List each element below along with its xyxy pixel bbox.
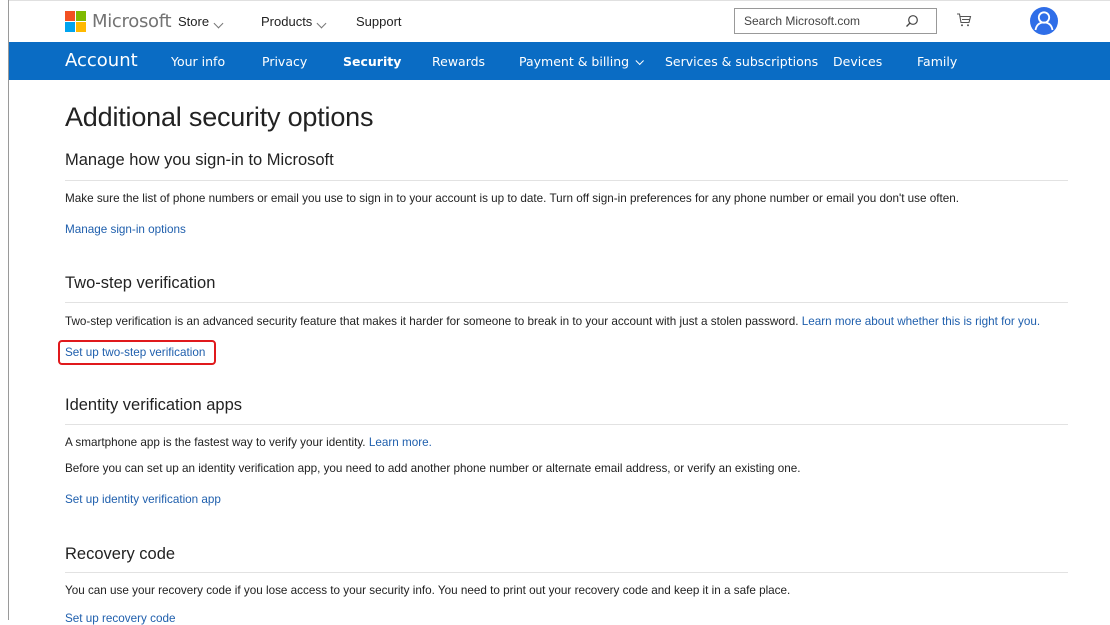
divider xyxy=(65,180,1068,181)
identity-apps-requirement-text: Before you can set up an identity verifi… xyxy=(65,462,801,475)
tab-privacy[interactable]: Privacy xyxy=(262,54,307,69)
learn-more-two-step-link[interactable]: Learn more about whether this is right f… xyxy=(802,315,1040,328)
cart-icon[interactable] xyxy=(956,12,972,28)
tab-services-subscriptions[interactable]: Services & subscriptions xyxy=(665,54,818,69)
nav-support[interactable]: Support xyxy=(356,14,402,29)
set-up-identity-verification-app-link[interactable]: Set up identity verification app xyxy=(65,493,221,506)
section-heading-identity-apps: Identity verification apps xyxy=(65,396,243,414)
highlight-box xyxy=(58,340,216,365)
divider xyxy=(65,424,1068,425)
tab-security[interactable]: Security xyxy=(343,54,401,69)
manage-sign-in-options-link[interactable]: Manage sign-in options xyxy=(65,223,186,236)
identity-apps-description: A smartphone app is the fastest way to v… xyxy=(65,436,369,449)
section-text-recovery-code: You can use your recovery code if you lo… xyxy=(65,584,791,597)
two-step-description: Two-step verification is an advanced sec… xyxy=(65,315,802,328)
section-heading-sign-in: Manage how you sign-in to Microsoft xyxy=(65,151,334,169)
account-title[interactable]: Account xyxy=(65,50,138,71)
microsoft-logo[interactable]: Microsoft xyxy=(65,11,172,32)
user-avatar-icon xyxy=(1034,11,1054,31)
divider xyxy=(65,572,1068,573)
section-heading-two-step: Two-step verification xyxy=(65,274,216,292)
nav-products-label: Products xyxy=(261,14,313,29)
nav-store-label: Store xyxy=(178,14,210,29)
nav-products[interactable]: Products xyxy=(261,14,327,29)
set-up-recovery-code-link[interactable]: Set up recovery code xyxy=(65,612,175,625)
brand-name: Microsoft xyxy=(92,11,172,32)
page-title: Additional security options xyxy=(65,102,374,132)
tab-your-info[interactable]: Your info xyxy=(171,54,225,69)
nav-support-label: Support xyxy=(356,14,402,29)
section-text-sign-in: Make sure the list of phone numbers or e… xyxy=(65,192,960,205)
microsoft-logo-icon xyxy=(65,11,86,32)
section-heading-recovery-code: Recovery code xyxy=(65,545,176,563)
tab-payment-billing-label: Payment & billing xyxy=(519,54,630,69)
site-header: Microsoft Store Products Support xyxy=(9,0,1110,42)
search-input[interactable] xyxy=(735,9,904,33)
search-box xyxy=(734,8,937,34)
avatar[interactable] xyxy=(1030,7,1058,35)
tab-devices[interactable]: Devices xyxy=(833,54,882,69)
chevron-down-icon xyxy=(635,56,645,66)
window-frame xyxy=(8,0,1110,620)
account-nav-bar: Account Your info Privacy Security Rewar… xyxy=(9,42,1110,80)
learn-more-identity-link[interactable]: Learn more. xyxy=(369,436,432,449)
nav-store[interactable]: Store xyxy=(178,14,224,29)
section-text-identity-apps: A smartphone app is the fastest way to v… xyxy=(65,436,432,449)
search-icon[interactable] xyxy=(905,14,919,28)
tab-payment-billing[interactable]: Payment & billing xyxy=(519,54,645,69)
tab-family[interactable]: Family xyxy=(917,54,957,69)
chevron-down-icon xyxy=(316,18,327,29)
divider xyxy=(65,302,1068,303)
chevron-down-icon xyxy=(213,18,224,29)
section-text-two-step: Two-step verification is an advanced sec… xyxy=(65,315,1040,328)
tab-rewards[interactable]: Rewards xyxy=(432,54,485,69)
